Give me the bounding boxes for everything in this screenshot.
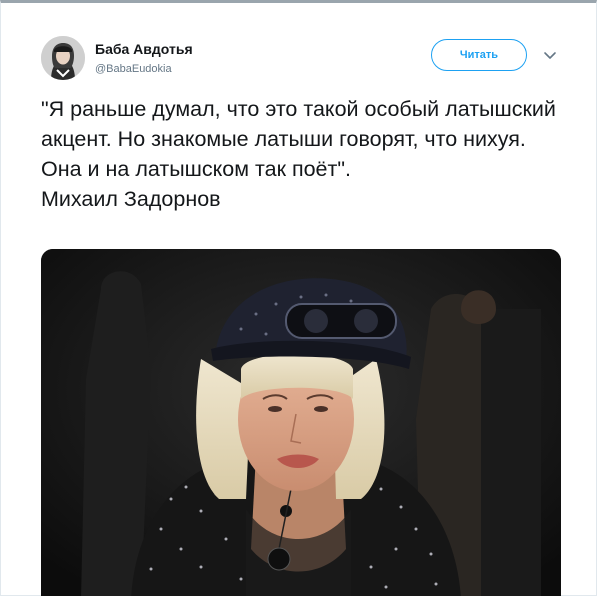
chevron-down-icon[interactable] (542, 47, 558, 63)
follow-button[interactable]: Читать (431, 39, 527, 71)
avatar[interactable] (41, 36, 85, 80)
tweet-card: Баба Авдотья @BabaEudokia Читать "Я рань… (0, 0, 597, 596)
display-name[interactable]: Баба Авдотья (95, 41, 193, 57)
user-handle[interactable]: @BabaEudokia (95, 63, 172, 75)
tweet-text: "Я раньше думал, что это такой особый ла… (41, 97, 556, 211)
tweet-photo[interactable] (41, 249, 561, 596)
